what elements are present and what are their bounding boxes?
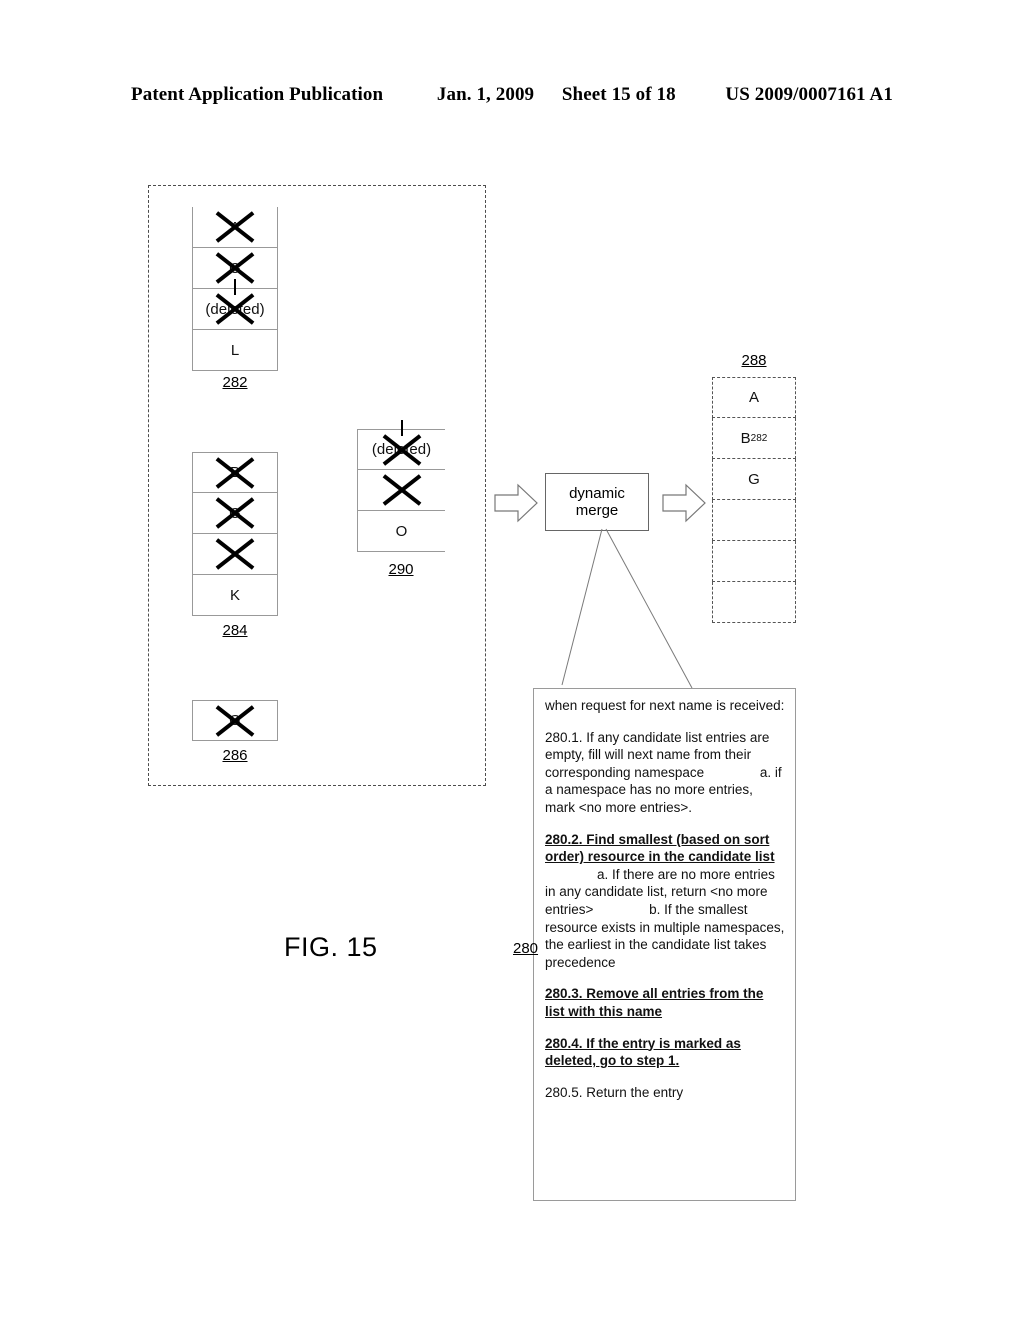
algo-step-4-heading: 280.4. If the entry is marked as deleted… <box>545 1035 741 1069</box>
merge-label-line2: merge <box>575 502 619 519</box>
flow-arrow-right-icon-2 <box>662 483 706 528</box>
namespace-box-284: B G K <box>192 452 278 616</box>
row-subscript: 282 <box>750 432 768 444</box>
table-row: G <box>192 700 278 741</box>
candidate-list-288: A B 282 G <box>712 377 796 623</box>
box-reference-286: 286 <box>222 747 248 764</box>
box-reference-284: 284 <box>222 622 248 639</box>
table-row <box>712 541 796 582</box>
table-row: G <box>192 248 278 289</box>
algo-step-1-text: 280.1. If any candidate list entries are… <box>545 729 770 780</box>
algorithm-description-panel: when request for next name is received: … <box>533 688 796 1201</box>
box-reference-290: 290 <box>388 561 414 578</box>
figure-label: FIG. 15 <box>284 932 378 962</box>
publication-date: Jan. 1, 2009 <box>436 84 535 105</box>
dynamic-merge-box: dynamic merge <box>545 473 649 531</box>
table-row: (deleted) <box>192 289 278 330</box>
merge-label-line1: dynamic <box>569 485 625 502</box>
algo-step-2-heading: 280.2. Find smallest (based on sort orde… <box>545 831 775 865</box>
table-row <box>712 500 796 541</box>
table-row <box>357 470 445 511</box>
algo-step-1: 280.1. If any candidate list entries are… <box>545 729 786 817</box>
namespace-box-282: A G (deleted) L <box>192 207 278 371</box>
strikeout-x-icon <box>380 468 424 512</box>
publication-title: Patent Application Publication <box>131 84 384 105</box>
algo-step-4: 280.4. If the entry is marked as deleted… <box>545 1035 786 1070</box>
row-value: B <box>229 464 240 481</box>
row-value: (deleted) <box>205 300 265 318</box>
algo-step-3: 280.3. Remove all entries from the list … <box>545 985 786 1020</box>
table-row: B 282 <box>712 418 796 459</box>
namespace-box-286: G <box>192 700 278 741</box>
algo-step-3-heading: 280.3. Remove all entries from the list … <box>545 986 764 1019</box>
row-value: G <box>229 504 241 522</box>
table-row: (deleted) <box>357 429 445 470</box>
table-row <box>192 534 278 575</box>
table-row: O <box>357 511 445 552</box>
row-value: O <box>395 522 408 540</box>
table-row: G <box>192 493 278 534</box>
flow-arrow-right-icon <box>494 483 538 528</box>
figure-reference-280: 280 <box>513 940 539 957</box>
box-reference-288: 288 <box>741 352 767 369</box>
table-row: G <box>712 459 796 500</box>
box-reference-282: 282 <box>222 374 248 391</box>
row-value: G <box>229 712 241 729</box>
row-value: K <box>229 586 240 604</box>
algo-step-2: 280.2. Find smallest (based on sort orde… <box>545 831 786 972</box>
table-row <box>712 582 796 623</box>
table-row: B <box>192 452 278 493</box>
row-value: (deleted) <box>371 441 432 458</box>
strikeout-x-icon <box>213 532 257 576</box>
algo-step-5-text: 280.5. Return the entry <box>545 1084 684 1100</box>
table-row: A <box>192 207 278 248</box>
algo-intro: when request for next name is received: <box>545 698 785 713</box>
sheet-number: Sheet 15 of 18 <box>561 84 676 105</box>
row-value: B <box>740 429 751 447</box>
row-value: A <box>229 218 240 236</box>
row-value: L <box>230 341 240 359</box>
namespace-box-290: (deleted) O <box>357 429 445 552</box>
row-value: G <box>748 470 760 488</box>
table-row: K <box>192 575 278 616</box>
row-value: A <box>748 389 759 406</box>
page-header: Patent Application Publication Jan. 1, 2… <box>0 84 1024 106</box>
table-row: A <box>712 377 796 418</box>
algo-step-5: 280.5. Return the entry <box>545 1084 786 1102</box>
table-row: L <box>192 330 278 371</box>
patent-number: US 2009/0007161 A1 <box>725 84 893 105</box>
row-value: G <box>229 259 241 277</box>
